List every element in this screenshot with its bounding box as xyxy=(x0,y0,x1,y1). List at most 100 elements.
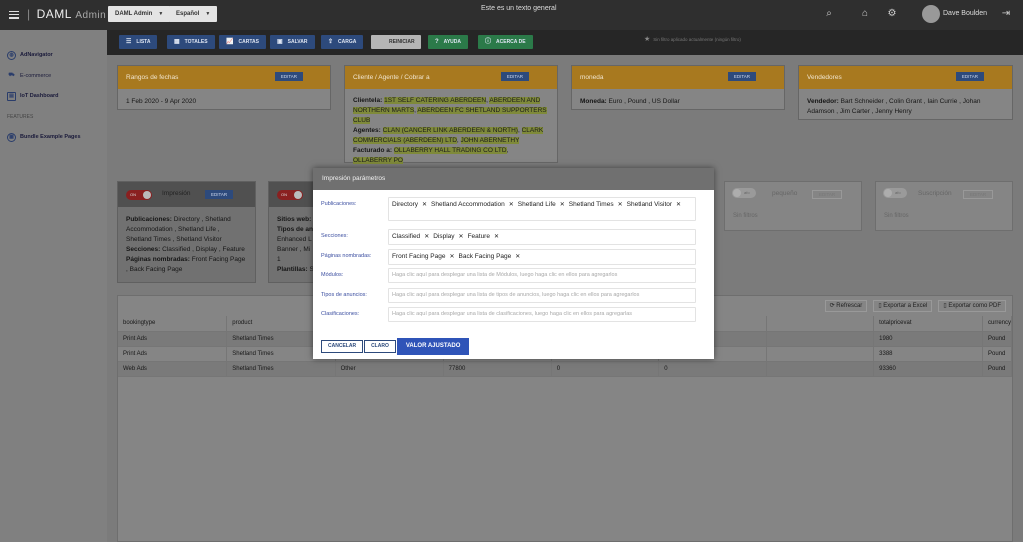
close-icon[interactable]: ✕ xyxy=(494,234,499,240)
publicaciones-select[interactable]: Directory ✕ Shetland Accommodation ✕ Shetl… xyxy=(388,197,696,221)
chip[interactable]: Shetland Times ✕ xyxy=(568,199,626,219)
pequeno-toggle[interactable]: afo xyxy=(732,188,756,198)
user-name[interactable]: Dave Boulden xyxy=(943,10,987,17)
impresion-toggle[interactable]: ON xyxy=(126,190,152,200)
close-icon[interactable]: ✕ xyxy=(515,254,520,260)
card-moneda: moneda EDITAR Moneda: Euro , Pound , US D… xyxy=(571,65,785,110)
close-icon[interactable]: ✕ xyxy=(449,254,454,260)
chevron-down-icon: ▼ xyxy=(158,11,164,17)
avatar[interactable] xyxy=(922,5,940,23)
sidebar-item-adnavigator[interactable]: ◍ AdNavigator xyxy=(7,49,53,61)
close-icon[interactable]: ✕ xyxy=(676,202,681,208)
apply-button[interactable]: VALOR AJUSTADO xyxy=(396,338,470,355)
chart-icon: 📈 xyxy=(226,39,234,45)
help-icon: ? xyxy=(435,39,439,45)
search-icon[interactable]: ⌕ xyxy=(823,8,835,20)
list-icon: ☰ xyxy=(126,39,132,45)
web-value: Enhanced L xyxy=(277,236,312,243)
pag-value: Back Facing Page xyxy=(129,266,183,273)
column-header[interactable]: currency xyxy=(982,316,1013,332)
cartas-button[interactable]: 📈 CARTAS xyxy=(219,35,266,49)
reiniciar-button[interactable]: REINICIAR xyxy=(371,35,421,49)
salvar-button[interactable]: ▣ SALVAR xyxy=(270,35,315,49)
chip[interactable]: Shetland Visitor ✕ xyxy=(626,199,684,219)
close-icon[interactable]: ✕ xyxy=(560,202,565,208)
table-row[interactable]: Web Ads Shetland Times Other 77800 0 0 93360 Po… xyxy=(118,361,1013,377)
pub-value: Shetland Life xyxy=(178,226,216,233)
close-icon[interactable]: ✕ xyxy=(509,202,514,208)
edit-button[interactable]: EDITAR xyxy=(955,72,984,81)
sidebar-item-iot[interactable]: ▤ IoT Dashboard xyxy=(7,90,59,102)
ayuda-button[interactable]: ? AYUDA xyxy=(428,35,468,49)
chip[interactable]: Classified ✕ xyxy=(391,231,432,243)
card-title: Vendedores xyxy=(807,74,842,81)
carga-button[interactable]: ⇪ CARGA xyxy=(321,35,364,49)
table-cell: Print Ads xyxy=(118,331,228,347)
moneda-value: Euro xyxy=(608,98,623,105)
edit-button[interactable]: EDITAR xyxy=(274,72,303,81)
table-cell: 77800 xyxy=(443,361,552,377)
close-icon[interactable]: ✕ xyxy=(424,234,429,240)
lista-button[interactable]: ☰ LISTA xyxy=(119,35,158,49)
edit-button[interactable]: EDITAR xyxy=(500,72,529,81)
parameters-dialog: Impresión parámetros Publicaciones: Dire… xyxy=(313,168,714,359)
column-header[interactable]: totalpricevat xyxy=(873,316,983,332)
chip[interactable]: Shetland Accommodation ✕ xyxy=(430,199,517,219)
table-cell xyxy=(766,331,875,347)
suscripcion-toggle[interactable]: afo xyxy=(883,188,907,198)
cancel-button[interactable]: CANCELAR xyxy=(321,340,364,353)
file-icon: ▯ xyxy=(943,303,947,309)
column-header[interactable] xyxy=(766,316,875,332)
vendedor-value: Jenny Henry xyxy=(875,108,912,115)
chip[interactable]: Display ✕ xyxy=(432,231,466,243)
table-cell: 93360 xyxy=(873,361,983,377)
export-pdf-button[interactable]: ▯ Exportar como PDF xyxy=(938,300,1006,312)
clasificaciones-select[interactable]: Haga clic aquí para desplegar una lista … xyxy=(388,307,696,322)
card-cliente: Cliente / Agente / Cobrar a EDITAR Client… xyxy=(344,65,558,164)
close-icon[interactable]: ✕ xyxy=(422,202,427,208)
card-rangos-fechas: Rangos de fechas EDITAR 1 Feb 2020 - 9 Ap… xyxy=(117,65,331,110)
close-icon[interactable]: ✕ xyxy=(459,234,464,240)
language-dropdown[interactable]: Español ▼ xyxy=(169,6,218,22)
logout-icon[interactable]: ⇥ xyxy=(1000,8,1012,20)
chip[interactable]: Front Facing Page ✕ xyxy=(391,251,458,263)
menu-icon[interactable] xyxy=(9,9,19,19)
field-label: Secciones: xyxy=(321,233,348,239)
column-header[interactable]: bookingtype xyxy=(118,316,228,332)
table-cell: Pound xyxy=(982,346,1013,362)
web-label: Sitios web: xyxy=(277,216,312,223)
edit-button[interactable]: EDITAR xyxy=(812,190,843,199)
sidebar-item-ecommerce[interactable]: ⛟ E-commerce xyxy=(7,70,51,82)
chevron-down-icon: ▼ xyxy=(205,11,211,17)
chip[interactable]: Feature ✕ xyxy=(467,231,502,243)
general-text: Este es un texto general xyxy=(481,5,557,12)
pub-value: Shetland Times xyxy=(126,236,171,243)
tipos-select[interactable]: Haga clic aquí para desplegar una lista … xyxy=(388,288,696,303)
paginas-select[interactable]: Front Facing Page ✕ Back Facing Page ✕ xyxy=(388,249,696,265)
web-toggle[interactable]: ON xyxy=(277,190,303,200)
moneda-value: US Dollar xyxy=(651,98,680,105)
close-icon[interactable]: ✕ xyxy=(618,202,623,208)
totales-button[interactable]: ▦ TOTALES xyxy=(167,35,215,49)
chip[interactable]: Back Facing Page ✕ xyxy=(458,251,524,263)
refresh-button[interactable]: ⟳ Refrescar xyxy=(824,300,868,312)
secciones-select[interactable]: Classified ✕ Display ✕ Feature ✕ xyxy=(388,229,696,245)
app-dropdown[interactable]: DAML Admin ▼ xyxy=(108,6,171,22)
edit-button[interactable]: EDITAR xyxy=(963,190,994,199)
agente-value: JOHN ABERNETHY xyxy=(460,137,520,144)
refresh-icon: ⟳ xyxy=(829,303,835,309)
edit-button[interactable]: EDITAR xyxy=(205,190,234,199)
toolbar: ☰ LISTA ▦ TOTALES 📈 CARTAS ▣ SALVAR ⇪ CARGA R… xyxy=(107,30,1023,55)
modulos-select[interactable]: Haga clic aquí para desplegar una lista … xyxy=(388,268,696,283)
home-icon[interactable]: ⌂ xyxy=(859,8,871,20)
chip[interactable]: Shetland Life ✕ xyxy=(517,199,568,219)
acerca-button[interactable]: ⓘ ACERCA DE xyxy=(478,35,533,49)
table-cell xyxy=(766,361,875,377)
gear-icon[interactable]: ⚙ xyxy=(886,8,898,20)
clear-button[interactable]: CLARO xyxy=(364,340,396,353)
chip[interactable]: Directory ✕ xyxy=(391,199,430,219)
export-excel-button[interactable]: ▯ Exportar a Excel xyxy=(873,300,933,312)
pub-value: Directory xyxy=(173,216,200,223)
sidebar-item-bundle[interactable]: ▦ Bundle Example Pages xyxy=(7,131,81,143)
edit-button[interactable]: EDITAR xyxy=(727,72,756,81)
